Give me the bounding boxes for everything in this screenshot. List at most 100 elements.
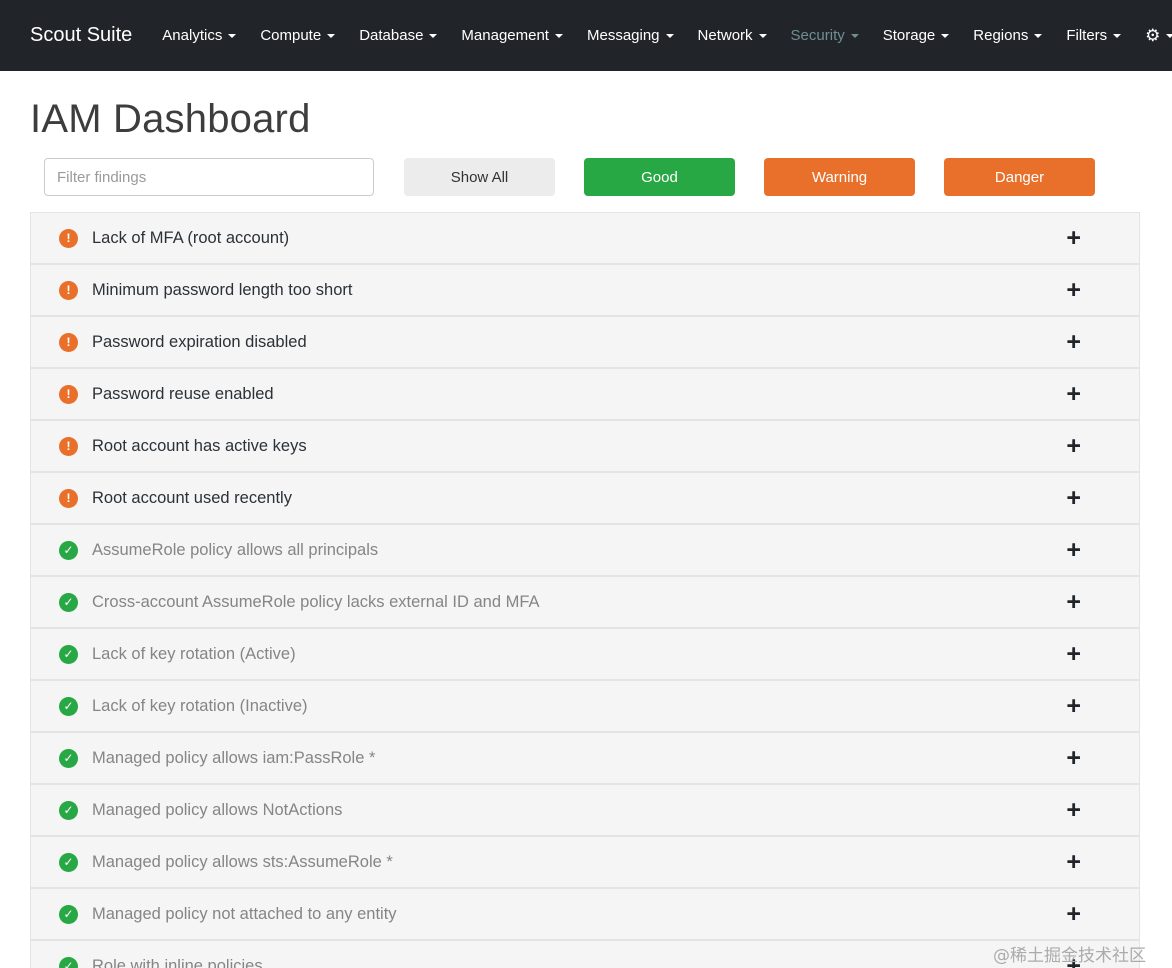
finding-row[interactable]: ✓ Role with inline policies + xyxy=(30,940,1140,968)
nav-item-messaging[interactable]: Messaging xyxy=(575,19,686,52)
findings-list: ! Lack of MFA (root account) + ! Minimum… xyxy=(30,212,1140,968)
nav-item-network[interactable]: Network xyxy=(686,19,779,52)
finding-row[interactable]: ✓ Lack of key rotation (Active) + xyxy=(30,628,1140,680)
expand-plus-icon[interactable]: + xyxy=(1066,277,1081,303)
finding-label: Root account has active keys xyxy=(92,436,307,455)
finding-label: Managed policy allows sts:AssumeRole * xyxy=(92,852,393,871)
finding-label: Lack of key rotation (Active) xyxy=(92,644,296,663)
nav-item-label: Database xyxy=(359,27,424,44)
finding-row[interactable]: ! Root account has active keys + xyxy=(30,420,1140,472)
finding-row[interactable]: ! Password reuse enabled + xyxy=(30,368,1140,420)
finding-row[interactable]: ✓ Managed policy allows NotActions + xyxy=(30,784,1140,836)
app-brand[interactable]: Scout Suite xyxy=(30,24,132,47)
expand-plus-icon[interactable]: + xyxy=(1066,901,1081,927)
nav-item-storage[interactable]: Storage xyxy=(871,19,962,52)
caret-down-icon xyxy=(665,33,674,38)
caret-down-icon xyxy=(850,33,859,38)
nav-item-label: Filters xyxy=(1066,27,1108,44)
nav-item-security[interactable]: Security xyxy=(779,19,871,52)
expand-plus-icon[interactable]: + xyxy=(1066,485,1081,511)
expand-plus-icon[interactable]: + xyxy=(1066,745,1081,771)
warning-icon: ! xyxy=(59,332,78,352)
nav-item-label: Management xyxy=(461,27,549,44)
nav-item-label: Analytics xyxy=(162,27,223,44)
finding-label: Minimum password length too short xyxy=(92,280,353,299)
check-icon: ✓ xyxy=(59,592,78,612)
expand-plus-icon[interactable]: + xyxy=(1066,797,1081,823)
warning-icon: ! xyxy=(59,384,78,404)
finding-label: Managed policy allows iam:PassRole * xyxy=(92,748,376,767)
nav-item-label: Messaging xyxy=(586,27,660,44)
finding-row[interactable]: ✓ AssumeRole policy allows all principal… xyxy=(30,524,1140,576)
warning-icon: ! xyxy=(59,280,78,300)
caret-down-icon xyxy=(228,33,237,38)
finding-label: Managed policy not attached to any entit… xyxy=(92,904,397,923)
finding-row[interactable]: ! Minimum password length too short + xyxy=(30,264,1140,316)
finding-row[interactable]: ✓ Managed policy not attached to any ent… xyxy=(30,888,1140,940)
nav-item-compute[interactable]: Compute xyxy=(248,19,347,52)
expand-plus-icon[interactable]: + xyxy=(1066,329,1081,355)
filter-findings-input[interactable] xyxy=(44,158,374,196)
finding-label: Root account used recently xyxy=(92,488,292,507)
check-icon: ✓ xyxy=(59,904,78,924)
nav-item-database[interactable]: Database xyxy=(347,19,449,52)
caret-down-icon xyxy=(758,33,767,38)
finding-row[interactable]: ✓ Lack of key rotation (Inactive) + xyxy=(30,680,1140,732)
filter-bar: Show All Good Warning Danger xyxy=(44,158,1172,196)
caret-down-icon xyxy=(429,33,438,38)
warning-filter-button[interactable]: Warning xyxy=(764,158,915,196)
finding-row[interactable]: ✓ Managed policy allows sts:AssumeRole *… xyxy=(30,836,1140,888)
page-title: IAM Dashboard xyxy=(30,97,311,141)
caret-down-icon xyxy=(941,33,950,38)
expand-plus-icon[interactable]: + xyxy=(1066,381,1081,407)
settings-menu[interactable]: ⚙ xyxy=(1133,19,1172,52)
nav-item-label: Security xyxy=(790,27,845,44)
finding-row[interactable]: ! Root account used recently + xyxy=(30,472,1140,524)
check-icon: ✓ xyxy=(59,696,78,716)
top-navbar: Scout Suite Analytics Compute Database M… xyxy=(0,0,1172,71)
check-icon: ✓ xyxy=(59,540,78,560)
expand-plus-icon[interactable]: + xyxy=(1066,589,1081,615)
show-all-button[interactable]: Show All xyxy=(404,158,555,196)
finding-row[interactable]: ✓ Managed policy allows iam:PassRole * + xyxy=(30,732,1140,784)
warning-icon: ! xyxy=(59,488,78,508)
main-menu: Analytics Compute Database Management Me… xyxy=(150,19,961,52)
nav-item-label: Compute xyxy=(260,27,322,44)
finding-label: Cross-account AssumeRole policy lacks ex… xyxy=(92,592,540,611)
nav-item-analytics[interactable]: Analytics xyxy=(150,19,248,52)
nav-item-filters[interactable]: Filters xyxy=(1054,19,1133,52)
finding-label: Role with inline policies xyxy=(92,956,263,968)
expand-plus-icon[interactable]: + xyxy=(1066,953,1081,968)
check-icon: ✓ xyxy=(59,956,78,968)
finding-label: Managed policy allows NotActions xyxy=(92,800,343,819)
finding-label: Lack of key rotation (Inactive) xyxy=(92,696,308,715)
check-icon: ✓ xyxy=(59,852,78,872)
finding-row[interactable]: ! Password expiration disabled + xyxy=(30,316,1140,368)
expand-plus-icon[interactable]: + xyxy=(1066,225,1081,251)
expand-plus-icon[interactable]: + xyxy=(1066,849,1081,875)
finding-label: Lack of MFA (root account) xyxy=(92,228,290,247)
check-icon: ✓ xyxy=(59,800,78,820)
caret-down-icon xyxy=(554,33,563,38)
gear-icon: ⚙ xyxy=(1145,26,1161,45)
nav-item-regions[interactable]: Regions xyxy=(961,19,1054,52)
expand-plus-icon[interactable]: + xyxy=(1066,433,1081,459)
good-filter-button[interactable]: Good xyxy=(584,158,735,196)
finding-label: AssumeRole policy allows all principals xyxy=(92,540,379,559)
caret-down-icon xyxy=(1166,33,1172,38)
finding-label: Password reuse enabled xyxy=(92,384,274,403)
expand-plus-icon[interactable]: + xyxy=(1066,641,1081,667)
expand-plus-icon[interactable]: + xyxy=(1066,537,1081,563)
finding-label: Password expiration disabled xyxy=(92,332,307,351)
nav-item-management[interactable]: Management xyxy=(449,19,575,52)
nav-item-label: Network xyxy=(697,27,753,44)
danger-filter-button[interactable]: Danger xyxy=(944,158,1095,196)
warning-icon: ! xyxy=(59,228,78,248)
expand-plus-icon[interactable]: + xyxy=(1066,693,1081,719)
caret-down-icon xyxy=(327,33,336,38)
finding-row[interactable]: ! Lack of MFA (root account) + xyxy=(30,212,1140,264)
finding-row[interactable]: ✓ Cross-account AssumeRole policy lacks … xyxy=(30,576,1140,628)
caret-down-icon xyxy=(1113,33,1122,38)
nav-item-label: Regions xyxy=(973,27,1029,44)
check-icon: ✓ xyxy=(59,748,78,768)
